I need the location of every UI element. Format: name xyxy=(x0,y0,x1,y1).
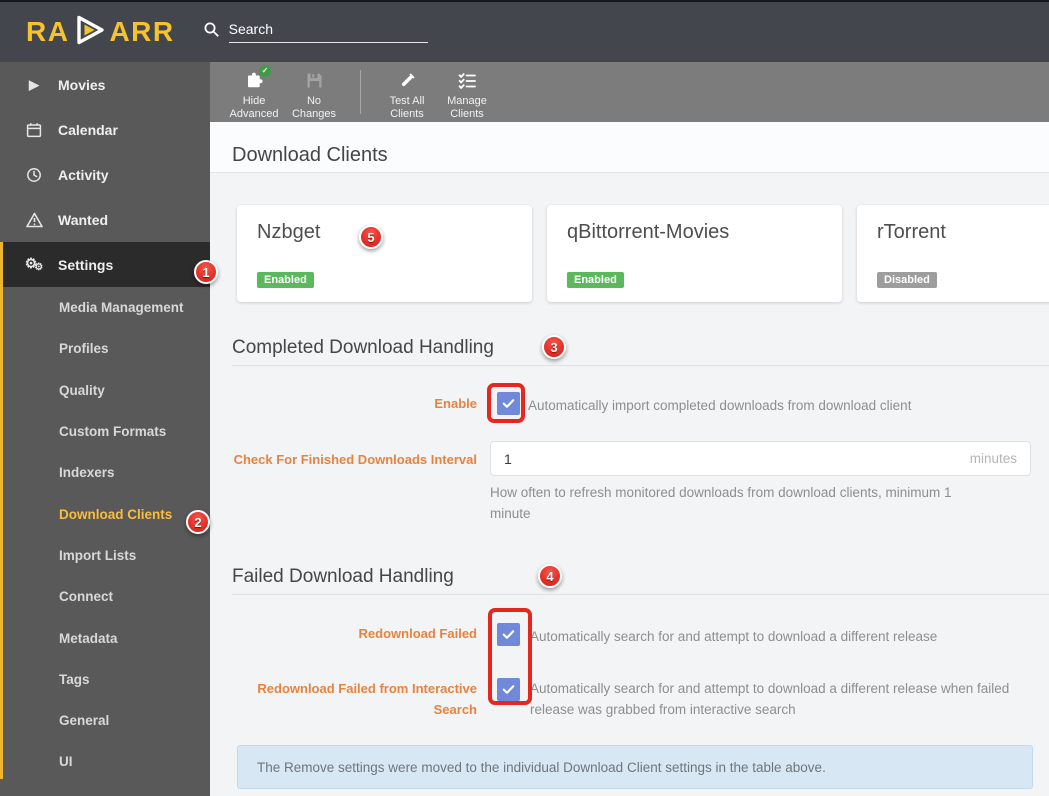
enable-helper-text: Automatically import completed downloads… xyxy=(528,398,912,413)
interval-label: Check For Finished Downloads Interval xyxy=(233,452,477,467)
save-icon xyxy=(305,69,324,92)
play-button-logo-icon xyxy=(72,15,106,50)
client-name: Nzbget xyxy=(257,221,321,243)
sidebar-item-import-lists[interactable]: Import Lists xyxy=(0,535,210,576)
status-badge: Enabled xyxy=(257,272,314,288)
manage-clients-button[interactable]: Manage Clients xyxy=(437,69,497,121)
calendar-icon xyxy=(25,122,43,138)
completed-download-handling-title: Completed Download Handling xyxy=(232,337,494,358)
sidebar-item-download-clients[interactable]: Download Clients xyxy=(0,493,210,534)
redownload-failed-label: Redownload Failed xyxy=(358,626,477,641)
hide-advanced-button[interactable]: ✓ Hide Advanced xyxy=(224,65,284,121)
download-client-card-rtorrent[interactable]: rTorrent Disabled xyxy=(857,205,1049,302)
sidebar-item-connect[interactable]: Connect xyxy=(0,576,210,617)
logo-text-left: RA xyxy=(26,16,70,47)
info-message-text: The Remove settings were moved to the in… xyxy=(257,759,826,775)
sidebar-item-profiles[interactable]: Profiles xyxy=(0,328,210,369)
radarr-app: RA ARR Search ▶ Movies Calendar Activity… xyxy=(0,0,1049,796)
redownload-failed-helper-text: Automatically search for and attempt to … xyxy=(530,629,938,644)
gears-icon: ⚙ ⚙ xyxy=(24,255,44,273)
puzzle-check-icon: ✓ xyxy=(244,65,271,92)
redownload-interactive-helper-text: Automatically search for and attempt to … xyxy=(530,681,1010,717)
test-tube-icon xyxy=(397,69,417,92)
clock-icon xyxy=(25,167,43,183)
checklist-icon xyxy=(457,69,477,92)
page-toolbar: ✓ Hide Advanced No Changes Test All Clie… xyxy=(210,62,1049,122)
sidebar-item-general[interactable]: General xyxy=(0,700,210,741)
check-badge-icon: ✓ xyxy=(259,65,271,77)
sidebar-item-activity[interactable]: Activity xyxy=(0,152,210,197)
no-changes-button[interactable]: No Changes xyxy=(284,69,344,121)
redownload-interactive-label: Redownload Failed from Interactive Searc… xyxy=(257,681,477,717)
sidebar-nav: ▶ Movies Calendar Activity Wanted ⚙ ⚙ Se… xyxy=(0,62,210,796)
interval-value: 1 xyxy=(504,450,512,467)
download-client-card-nzbget[interactable]: Nzbget Enabled xyxy=(237,205,532,302)
page-title: Download Clients xyxy=(232,144,388,166)
radarr-logo[interactable]: RA ARR xyxy=(26,15,175,50)
info-message-box: The Remove settings were moved to the in… xyxy=(237,745,1033,789)
sidebar-item-calendar[interactable]: Calendar xyxy=(0,107,210,152)
warning-icon xyxy=(25,212,43,228)
sidebar-item-ui[interactable]: UI xyxy=(0,741,210,782)
enable-checkbox[interactable] xyxy=(497,392,520,415)
failed-download-handling-title: Failed Download Handling xyxy=(232,566,454,587)
search-input[interactable]: Search xyxy=(228,21,428,43)
section-divider xyxy=(232,594,1049,595)
interval-input[interactable]: 1 minutes xyxy=(490,441,1031,476)
sidebar-item-metadata[interactable]: Metadata xyxy=(0,617,210,658)
enable-label: Enable xyxy=(434,396,477,411)
sidebar-item-tags[interactable]: Tags xyxy=(0,659,210,700)
sidebar-item-custom-formats[interactable]: Custom Formats xyxy=(0,411,210,452)
status-badge: Disabled xyxy=(877,272,937,288)
client-name: rTorrent xyxy=(877,221,946,243)
sidebar-item-quality[interactable]: Quality xyxy=(0,370,210,411)
search-icon xyxy=(203,21,220,43)
status-badge: Enabled xyxy=(567,272,624,288)
sidebar-item-indexers[interactable]: Indexers xyxy=(0,452,210,493)
play-icon: ▶ xyxy=(29,76,39,92)
redownload-failed-checkbox[interactable] xyxy=(497,623,520,646)
search-bar[interactable]: Search xyxy=(203,21,428,43)
client-name: qBittorrent-Movies xyxy=(567,221,730,243)
test-all-clients-button[interactable]: Test All Clients xyxy=(377,69,437,121)
interval-unit: minutes xyxy=(969,451,1017,466)
download-client-card-qbittorrent[interactable]: qBittorrent-Movies Enabled xyxy=(547,205,842,302)
toolbar-separator xyxy=(360,70,361,114)
logo-text-right: ARR xyxy=(109,16,175,47)
sidebar-item-settings[interactable]: ⚙ ⚙ Settings xyxy=(0,242,210,287)
sidebar-item-wanted[interactable]: Wanted xyxy=(0,197,210,242)
top-bar: RA ARR Search xyxy=(0,0,1049,62)
sidebar-item-media-management[interactable]: Media Management xyxy=(0,287,210,328)
settings-content: Download Clients Nzbget Enabled qBittorr… xyxy=(210,122,1049,796)
section-divider xyxy=(232,365,1049,366)
sidebar-item-movies[interactable]: ▶ Movies xyxy=(0,62,210,107)
interval-helper-text: How often to refresh monitored downloads… xyxy=(490,485,952,521)
redownload-interactive-checkbox[interactable] xyxy=(497,678,520,701)
active-section-accent xyxy=(0,242,3,779)
